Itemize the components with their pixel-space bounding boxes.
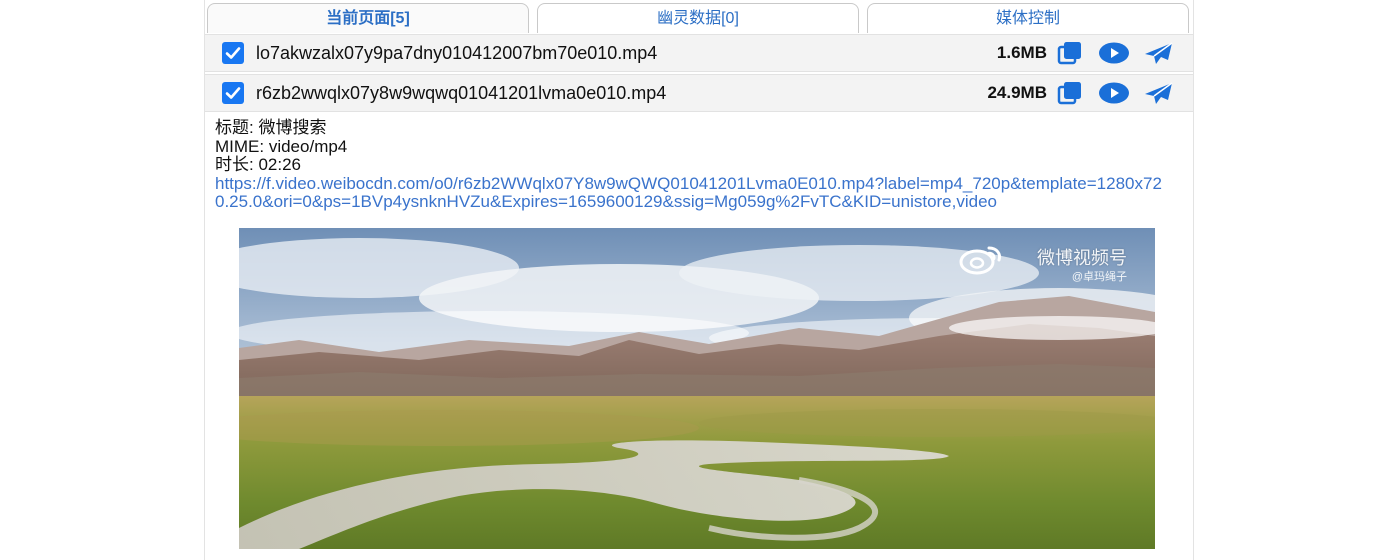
media-url-link[interactable]: https://f.video.weibocdn.com/o0/r6zb2WWq… <box>215 174 1173 212</box>
file-size: 24.9MB <box>987 83 1047 102</box>
copy-icon <box>1057 42 1081 65</box>
video-watermark: 微博视频号 <box>1037 248 1127 268</box>
copy-icon <box>1057 82 1081 105</box>
video-frame <box>239 228 1155 549</box>
media-sniffer-panel: 当前页面[5] 幽灵数据[0] 媒体控制 lo7akwzalx07y9pa7dn… <box>204 0 1194 560</box>
copy-button[interactable] <box>1055 40 1085 66</box>
play-icon <box>1099 82 1129 104</box>
video-watermark-author: @卓玛绳子 <box>1071 271 1127 283</box>
file-name: r6zb2wwqlx07y8w9wqwq01041201lvma0e010.mp… <box>256 83 667 103</box>
play-button[interactable] <box>1098 80 1129 106</box>
play-button[interactable] <box>1098 40 1129 66</box>
checkmark-icon <box>225 87 241 99</box>
file-size: 1.6MB <box>996 43 1047 62</box>
send-icon <box>1145 42 1173 64</box>
send-icon <box>1145 82 1173 104</box>
media-duration: 时长: 02:26 <box>215 155 301 174</box>
file-row: lo7akwzalx07y9pa7dny010412007bm70e010.mp… <box>205 34 1193 72</box>
file-name: lo7akwzalx07y9pa7dny010412007bm70e010.mp… <box>256 43 658 63</box>
video-preview[interactable]: 微博视频号 @卓玛绳子 <box>239 228 1155 549</box>
file-checkbox[interactable] <box>222 82 244 104</box>
copy-button[interactable] <box>1055 80 1085 106</box>
file-row: r6zb2wwqlx07y8w9wqwq01041201lvma0e010.mp… <box>205 74 1193 112</box>
media-title: 标题: 微博搜索 <box>215 118 327 137</box>
send-button[interactable] <box>1142 80 1173 106</box>
tab-ghost-data[interactable]: 幽灵数据[0] <box>537 3 859 33</box>
play-icon <box>1099 42 1129 64</box>
tab-bar: 当前页面[5] 幽灵数据[0] 媒体控制 <box>205 0 1193 34</box>
checkmark-icon <box>225 47 241 59</box>
tab-current-page[interactable]: 当前页面[5] <box>207 3 529 33</box>
media-details: 标题: 微博搜索 MIME: video/mp4 时长: 02:26 https… <box>215 118 1185 212</box>
weibo-logo-icon <box>959 246 1001 275</box>
send-button[interactable] <box>1142 40 1173 66</box>
tab-media-control[interactable]: 媒体控制 <box>867 3 1189 33</box>
file-checkbox[interactable] <box>222 42 244 64</box>
media-mime: MIME: video/mp4 <box>215 136 348 156</box>
